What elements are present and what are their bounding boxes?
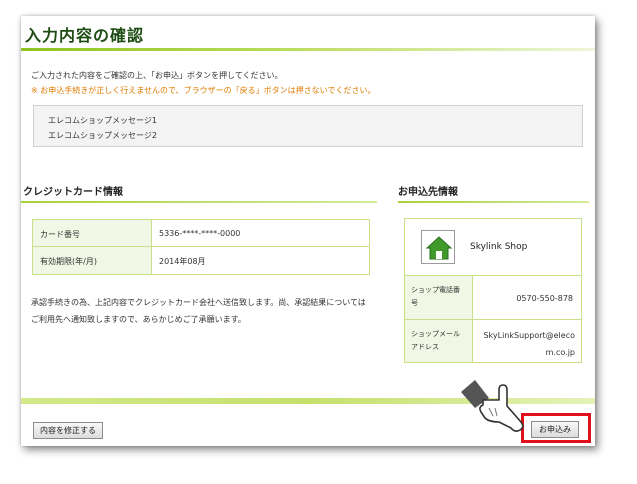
table-row: ショップ電話番 号 0570-550-878 (405, 276, 581, 320)
intro-text: ご入力された内容をご確認の上、「お申込」ボタンを押してください。 (31, 71, 283, 80)
shop-message-box: エレコムショップメッセージ1 エレコムショップメッセージ2 (33, 105, 583, 147)
shop-section-title: お申込先情報 (398, 187, 458, 198)
apply-button[interactable]: お申込み (531, 421, 579, 438)
house-icon (421, 230, 455, 264)
table-row: ショップメール アドレス SkyLinkSupport@eleco m.co.j… (405, 320, 581, 362)
section-divider (398, 201, 589, 203)
label-line: アドレス (411, 343, 439, 351)
table-row: 有効期限(年/月) 2014年08月 (33, 247, 369, 274)
shop-tel-label: ショップ電話番 号 (405, 276, 473, 319)
card-note-line: ご利用先へ通知致しますので、あらかじめご了承願います。 (31, 315, 246, 324)
expiry-label: 有効期限(年/月) (33, 247, 152, 274)
value-line: SkyLinkSupport@eleco (483, 331, 575, 340)
shop-name: Skylink Shop (470, 242, 528, 252)
expiry-value: 2014年08月 (159, 257, 206, 266)
card-number-label: カード番号 (33, 220, 152, 246)
shop-header: Skylink Shop (405, 219, 581, 276)
shop-tel-value: 0570-550-878 (516, 294, 573, 303)
pointing-hand-icon (461, 380, 524, 432)
section-divider (21, 201, 377, 203)
shop-info-table: Skylink Shop ショップ電話番 号 0570-550-878 ショップ… (404, 218, 582, 363)
label-line: ショップメール (411, 330, 460, 338)
shop-mail-value: SkyLinkSupport@eleco m.co.jp (479, 327, 575, 361)
edit-content-button[interactable]: 内容を修正する (33, 422, 103, 439)
credit-card-table: カード番号 5336-****-****-0000 有効期限(年/月) 2014… (32, 219, 370, 275)
label-line: 号 (411, 299, 418, 307)
value-line: m.co.jp (545, 348, 575, 357)
credit-card-section-title: クレジットカード情報 (23, 187, 123, 198)
page-title: 入力内容の確認 (25, 26, 145, 45)
table-row: カード番号 5336-****-****-0000 (33, 220, 369, 247)
card-note: 承認手続きの為、上記内容でクレジットカード会社へ送信致します。尚、承認結果につい… (31, 294, 381, 328)
shop-message: エレコムショップメッセージ1 (48, 116, 157, 125)
label-line: ショップ電話番 (411, 286, 460, 294)
card-number-value: 5336-****-****-0000 (159, 229, 241, 238)
title-divider (21, 48, 595, 51)
shop-mail-label: ショップメール アドレス (405, 320, 473, 362)
shop-message: エレコムショップメッセージ2 (48, 131, 157, 140)
card-note-line: 承認手続きの為、上記内容でクレジットカード会社へ送信致します。尚、承認結果につい… (31, 298, 366, 307)
warning-text: ※ お申込手続きが正しく行えませんので、ブラウザーの「戻る」ボタンは押さないでく… (31, 86, 376, 95)
confirmation-page: 入力内容の確認 ご入力された内容をご確認の上、「お申込」ボタンを押してください。… (21, 16, 595, 446)
